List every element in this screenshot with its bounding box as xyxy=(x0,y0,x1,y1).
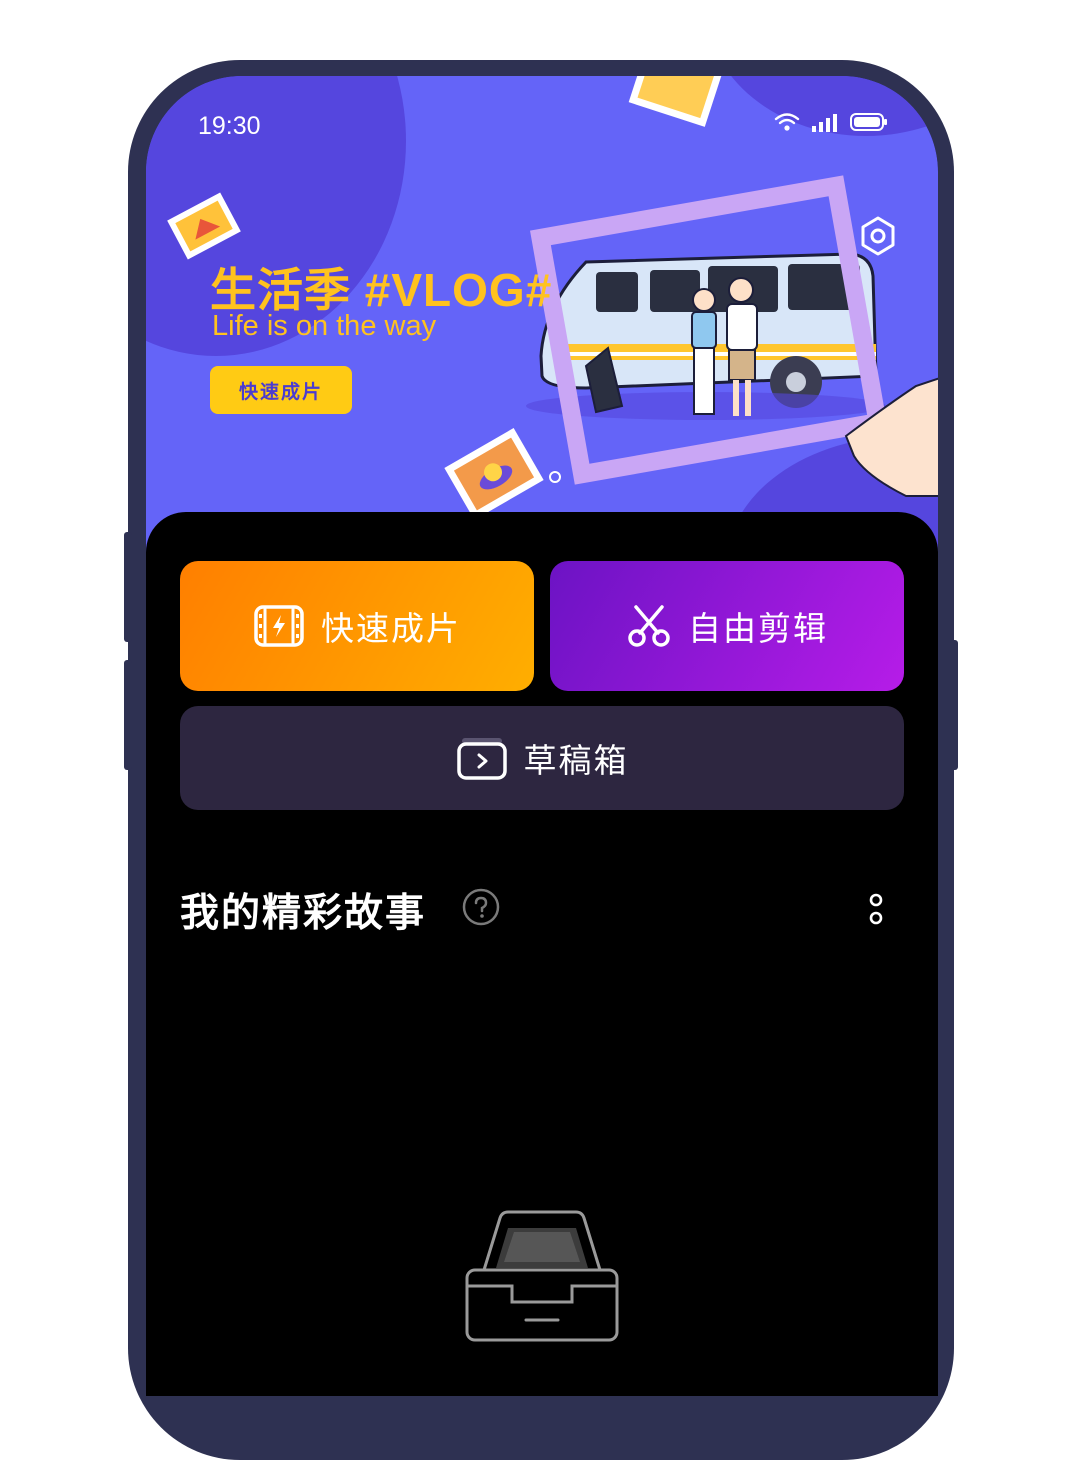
quick-create-button[interactable]: 快速成片 xyxy=(180,561,534,691)
screen: 19:30 生活季 #VLOG# Life is on the way 快速成片… xyxy=(146,76,938,1396)
scissors-icon xyxy=(628,605,670,647)
promo-banner[interactable]: 19:30 生活季 #VLOG# Life is on the way 快速成片 xyxy=(146,76,938,556)
volume-button-lower xyxy=(124,660,132,770)
signal-icon xyxy=(812,114,837,132)
empty-tray-icon xyxy=(464,1210,620,1348)
home-panel: 快速成片 自由剪辑 草稿箱 我的精彩故事 xyxy=(146,512,938,1396)
drafts-icon xyxy=(456,738,507,780)
wifi-icon xyxy=(774,113,800,131)
banner-subtitle: Life is on the way xyxy=(212,310,437,342)
drafts-label: 草稿箱 xyxy=(523,741,629,780)
free-edit-button[interactable]: 自由剪辑 xyxy=(550,561,904,691)
quick-create-label: 快速成片 xyxy=(321,609,461,648)
battery-icon xyxy=(850,113,887,131)
status-time: 19:30 xyxy=(198,112,261,140)
power-button xyxy=(950,640,958,770)
settings-icon[interactable] xyxy=(860,216,896,260)
section-title: 我的精彩故事 xyxy=(180,891,427,936)
film-flash-icon xyxy=(254,605,304,647)
banner-quick-create-button[interactable]: 快速成片 xyxy=(210,366,352,414)
help-icon[interactable] xyxy=(462,888,500,930)
volume-button xyxy=(124,532,132,642)
status-icons xyxy=(774,112,888,132)
more-options-icon[interactable] xyxy=(868,892,884,930)
drafts-button[interactable]: 草稿箱 xyxy=(180,706,904,810)
free-edit-label: 自由剪辑 xyxy=(688,609,828,648)
